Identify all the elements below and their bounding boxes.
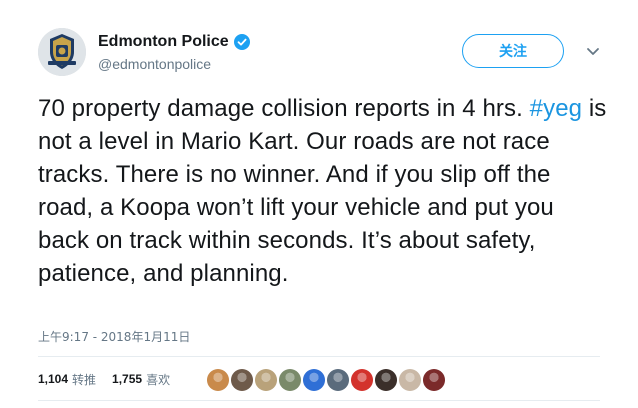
likes-label: 喜欢 (146, 372, 171, 387)
divider (38, 356, 600, 357)
tweet-text-part-1: 70 property damage collision reports in … (38, 95, 523, 122)
likers-avatar-list (207, 369, 447, 391)
liker-avatar-1[interactable] (207, 369, 229, 391)
divider (38, 400, 600, 401)
account-handle[interactable]: @edmontonpolice (98, 55, 250, 73)
liker-avatar-10[interactable] (423, 369, 445, 391)
liker-avatar-7[interactable] (351, 369, 373, 391)
account-avatar[interactable] (38, 28, 86, 76)
tweet-text: 70 property damage collision reports in … (38, 92, 608, 290)
tweet-text-part-2: is not a level in Mario Kart. Our roads … (38, 95, 607, 287)
likes-count: 1,755 (112, 372, 143, 386)
chevron-down-icon[interactable] (584, 42, 602, 60)
liker-avatar-5[interactable] (303, 369, 325, 391)
display-name-text[interactable]: Edmonton Police (98, 32, 229, 52)
police-crest-icon (38, 28, 86, 76)
liker-avatar-4[interactable] (279, 369, 301, 391)
hashtag-link[interactable]: #yeg (530, 95, 582, 122)
liker-avatar-3[interactable] (255, 369, 277, 391)
verified-badge-icon (233, 34, 250, 50)
tweet-stats: 1,104 转推 1,755 喜欢 (38, 366, 186, 392)
liker-avatar-2[interactable] (231, 369, 253, 391)
retweets-count: 1,104 (38, 372, 69, 386)
follow-button[interactable]: 关注 (462, 34, 564, 68)
liker-avatar-6[interactable] (327, 369, 349, 391)
display-name[interactable]: Edmonton Police (98, 32, 250, 52)
liker-avatar-8[interactable] (375, 369, 397, 391)
liker-avatar-9[interactable] (399, 369, 421, 391)
retweets-label: 转推 (72, 372, 97, 387)
likes-stat[interactable]: 1,755 喜欢 (112, 371, 170, 388)
tweet-header: Edmonton Police @edmontonpolice 关注 (38, 26, 608, 82)
tweet-timestamp[interactable]: 上午9:17 - 2018年1月11日 (38, 328, 190, 345)
retweets-stat[interactable]: 1,104 转推 (38, 371, 96, 388)
